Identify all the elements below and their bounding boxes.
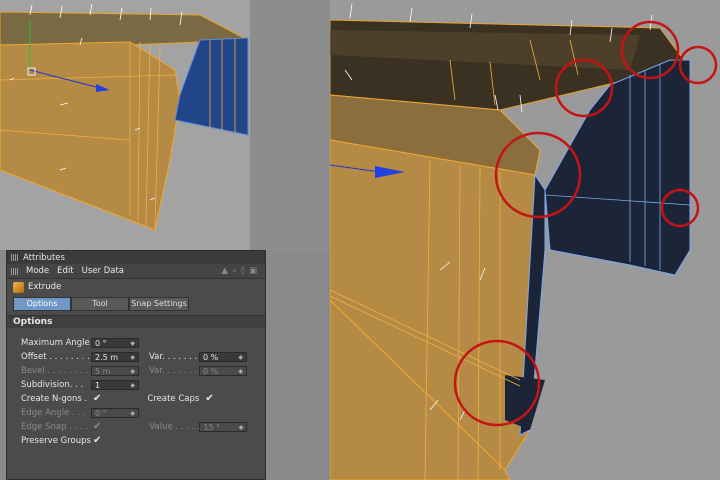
label-offset-var: Var. . . . . . . — [149, 352, 198, 362]
mesh-render-left — [0, 0, 250, 250]
label-create-caps: Create Caps — [147, 394, 200, 404]
label-bevel-var: Var. . . . . . . — [149, 366, 198, 376]
tab-tool[interactable]: Tool — [71, 297, 129, 311]
max-angle-field[interactable]: 0 ° ◆ — [91, 338, 139, 348]
label-subdivision: Subdivision. . . — [21, 380, 84, 390]
panel-titlebar[interactable]: Attributes — [7, 251, 265, 264]
label-offset: Offset . . . . . . . . — [21, 352, 90, 362]
tab-bar: Options Tool Snap Settings — [13, 297, 259, 311]
subdivision-field[interactable]: 1 ◆ — [91, 380, 139, 390]
label-create-ngons: Create N-gons . — [21, 394, 88, 404]
viewport-right[interactable] — [330, 0, 720, 480]
panel-title: Attributes — [23, 252, 65, 263]
new-panel-icon[interactable]: ▣ — [249, 266, 257, 276]
row-edge-snap: Edge Snap . . . . ✔ Value . . . . . 15 °… — [21, 421, 248, 433]
row-preserve-groups: Preserve Groups ✔ — [21, 435, 101, 447]
tab-snap-settings[interactable]: Snap Settings — [129, 297, 189, 311]
search-icon[interactable]: ⌕ — [232, 266, 237, 276]
edge-snap-checkbox: ✔ — [93, 421, 102, 432]
viewport-gap — [250, 0, 330, 250]
row-subdivision: Subdivision. . . 1 ◆ — [21, 379, 139, 391]
bevel-var-field: 0 % ◆ — [199, 366, 247, 376]
row-create-ngons: Create N-gons . ✔ Create Caps ✔ — [21, 393, 214, 405]
row-offset: Offset . . . . . . . . 2.5 m ◆ Var. . . .… — [21, 351, 247, 363]
object-name: Extrude — [28, 282, 62, 292]
mesh-render-right — [330, 0, 720, 480]
panel-menubar: Mode Edit User Data ▲ ⌕ ◊ ▣ — [7, 264, 265, 279]
row-edge-angle: Edge Angle . . . 0 ° ◆ — [21, 407, 139, 419]
tab-options[interactable]: Options — [13, 297, 71, 311]
label-bevel: Bevel . . . . . . . . — [21, 366, 88, 376]
label-max-angle: Maximum Angle — [21, 338, 90, 348]
row-bevel: Bevel . . . . . . . . 5 m ◆ Var. . . . . … — [21, 365, 247, 377]
object-row: Extrude — [7, 279, 265, 295]
preserve-groups-checkbox[interactable]: ✔ — [93, 436, 101, 446]
offset-field[interactable]: 2.5 m ◆ — [91, 352, 139, 362]
create-caps-checkbox[interactable]: ✔ — [205, 394, 213, 404]
label-edge-angle: Edge Angle . . . — [21, 408, 86, 418]
panel-grip-icon[interactable] — [11, 254, 18, 261]
menu-edit[interactable]: Edit — [57, 266, 73, 276]
offset-var-field[interactable]: 0 % ◆ — [199, 352, 247, 362]
attributes-panel: Attributes Mode Edit User Data ▲ ⌕ ◊ ▣ E… — [6, 250, 266, 480]
panel-tools: ▲ ⌕ ◊ ▣ — [221, 266, 257, 276]
lock-icon[interactable]: ◊ — [241, 266, 245, 276]
menu-user-data[interactable]: User Data — [82, 266, 124, 276]
section-title: Options — [7, 315, 265, 328]
edge-angle-field: 0 ° ◆ — [91, 408, 139, 418]
label-preserve-groups: Preserve Groups — [21, 436, 91, 446]
extrude-object-icon — [13, 281, 24, 293]
menu-mode[interactable]: Mode — [26, 266, 49, 276]
label-edge-snap: Edge Snap . . . . — [21, 422, 89, 432]
nav-up-icon[interactable]: ▲ — [221, 266, 228, 276]
panel-grip-icon[interactable] — [11, 267, 18, 275]
value-field: 15 ° ◆ — [199, 422, 248, 432]
bevel-field: 5 m ◆ — [91, 366, 139, 376]
row-max-angle: Maximum Angle 0 ° ◆ — [21, 337, 139, 349]
create-ngons-checkbox[interactable]: ✔ — [93, 394, 101, 404]
label-value: Value . . . . . — [149, 422, 200, 432]
viewport-left[interactable] — [0, 0, 250, 250]
